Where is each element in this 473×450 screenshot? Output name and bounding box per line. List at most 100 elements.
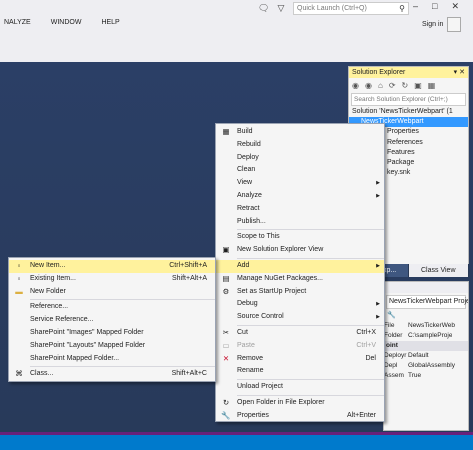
back-icon[interactable]: ◉ (352, 81, 359, 90)
wrench-icon: 🔧 (221, 410, 231, 420)
ctx-item-clean[interactable]: Clean (216, 164, 384, 177)
cut-icon: ✂ (222, 327, 230, 337)
ctx-item-view[interactable]: View ▶ (216, 177, 384, 190)
ctx-item-add[interactable]: Add ▶ (216, 259, 384, 273)
ctx-item-set-as-startup-project[interactable]: ⚙ Set as StartUp Project (216, 286, 384, 299)
menu-item-label: New Solution Explorer View (237, 246, 324, 254)
ctx-item-manage-nuget-packages[interactable]: ▤ Manage NuGet Packages... (216, 273, 384, 286)
menu-window[interactable]: WINDOW (49, 19, 84, 33)
ctx-item-paste[interactable]: ▭ Paste Ctrl+V (216, 340, 384, 353)
add-item-class[interactable]: ⌘ Class... Shift+Alt+C (9, 368, 215, 381)
quick-launch-input[interactable]: Quick Launch (Ctrl+Q) ⚲ (293, 2, 409, 15)
ctx-item-rename[interactable]: Rename (216, 365, 384, 378)
submenu-arrow-icon: ▶ (376, 180, 380, 187)
maximize-icon[interactable]: □ (432, 1, 437, 12)
ctx-item-analyze[interactable]: Analyze ▶ (216, 190, 384, 203)
ctx-item-scope-to-this[interactable]: Scope to This (216, 231, 384, 244)
forward-icon[interactable]: ◉ (365, 81, 372, 90)
menu-help[interactable]: HELP (99, 19, 121, 33)
ctx-item-cut[interactable]: ✂ Cut Ctrl+X (216, 327, 384, 340)
ctx-item-new-solution-explorer-view[interactable]: ▣ New Solution Explorer View (216, 244, 384, 257)
wrench-icon[interactable]: 🔧 (387, 312, 396, 319)
ctx-item-source-control[interactable]: Source Control ▶ (216, 311, 384, 324)
property-row[interactable]: Depl GlobalAssembly (384, 361, 468, 371)
property-row[interactable]: Assem True (384, 371, 468, 381)
menu-item-shortcut: Ctrl+V (356, 341, 376, 349)
property-value: GlobalAssembly (408, 362, 455, 369)
add-item-sharepoint-images-mapped-folder[interactable]: SharePoint "Images" Mapped Folder (9, 327, 215, 340)
menu-item-shortcut: Ctrl+Shift+A (169, 262, 207, 269)
ctx-item-debug[interactable]: Debug ▶ (216, 298, 384, 311)
ctx-item-retract[interactable]: Retract (216, 203, 384, 216)
menu-item-label: Properties (237, 411, 269, 419)
submenu-arrow-icon: ▶ (376, 262, 380, 269)
minimize-icon[interactable]: – (413, 1, 418, 12)
add-item-new-folder[interactable]: ▬ New Folder (9, 286, 215, 299)
collapse-icon[interactable]: ▣ (414, 81, 422, 90)
property-name: File (384, 322, 395, 329)
properties-grid: File NewsTickerWeb Folder C:\sampleProje oin… (384, 321, 468, 381)
menu-item-label: Scope to This (237, 233, 280, 241)
property-name: Deployr (384, 352, 407, 359)
properties-panel: NewsTickerWebpart Project Prop 🔧 File New… (383, 281, 469, 431)
add-item-existing-item[interactable]: ▫ Existing Item... Shift+Alt+A (9, 273, 215, 286)
pin-icon[interactable]: ▾ ✕ (454, 67, 465, 78)
add-item-sharepoint-layouts-mapped-folder[interactable]: SharePoint "Layouts" Mapped Folder (9, 340, 215, 353)
tree-item-solution-newstickerwebpart-1[interactable]: Solution 'NewsTickerWebpart' (1 (349, 107, 468, 117)
menu-item-label: Build (237, 128, 253, 135)
add-item-service-reference[interactable]: Service Reference... (9, 314, 215, 327)
notification-icon[interactable]: 🗨 (258, 3, 269, 14)
ctx-item-open-folder-in-file-explorer[interactable]: ↻ Open Folder in File Explorer (216, 397, 384, 410)
close-icon[interactable]: ✕ (451, 1, 459, 12)
submenu-arrow-icon: ▶ (376, 301, 380, 308)
menu-separator (30, 299, 215, 301)
sign-in-link[interactable]: Sign in (422, 21, 443, 28)
avatar[interactable] (447, 17, 461, 32)
menu-item-label: Reference... (30, 303, 69, 311)
ctx-item-unload-project[interactable]: Unload Project (216, 381, 384, 394)
menu-analyze[interactable]: NALYZE (2, 19, 33, 33)
property-row[interactable]: Folder C:\sampleProje (384, 331, 468, 341)
menu-item-label: New Folder (30, 287, 66, 295)
sync-icon[interactable]: ⟳ (389, 81, 396, 90)
folder-icon: ▬ (15, 286, 23, 296)
add-item-sharepoint-mapped-folder[interactable]: SharePoint Mapped Folder... (9, 353, 215, 366)
ctx-item-deploy[interactable]: Deploy (216, 152, 384, 165)
home-icon[interactable]: ⌂ (378, 81, 383, 90)
title-icons: 🗨 ▽ (258, 3, 284, 14)
menu-item-label: SharePoint Mapped Folder... (30, 354, 120, 362)
properties-object-combo[interactable]: NewsTickerWebpart Project Prop (386, 295, 468, 309)
properties-icon[interactable]: ▦ (428, 81, 436, 90)
submenu-arrow-icon: ▶ (376, 314, 380, 321)
menu-item-label: Cut (237, 328, 248, 336)
menu-item-shortcut: Alt+Enter (347, 411, 376, 419)
gear-icon: ⚙ (222, 286, 230, 296)
menu-item-shortcut: Del (365, 354, 376, 362)
property-category[interactable]: oint (384, 341, 468, 351)
add-item-new-item[interactable]: ▫ New Item... Ctrl+Shift+A (9, 260, 215, 273)
menu-item-label: Class... (30, 370, 54, 378)
property-value: Default (408, 352, 429, 359)
menu-item-label: Service Reference... (30, 316, 94, 324)
ctx-item-properties[interactable]: 🔧 Properties Alt+Enter (216, 410, 384, 423)
ctx-item-rebuild[interactable]: Rebuild (216, 139, 384, 152)
ctx-item-publish[interactable]: Publish... (216, 216, 384, 229)
refresh-icon[interactable]: ↻ (402, 81, 409, 90)
menu-separator (237, 379, 384, 381)
property-name: Folder (384, 332, 403, 339)
submenu-arrow-icon: ▶ (376, 192, 380, 199)
menu-item-label: Rename (237, 367, 264, 375)
filter-icon[interactable]: ▽ (277, 3, 284, 14)
property-name: Depl (384, 362, 398, 369)
ctx-item-build[interactable]: ▦ Build (216, 126, 384, 139)
project-context-menu: ▦ Build Rebuild Deploy Clean View ▶ Analyze ▶ Ret… (215, 123, 385, 422)
ctx-item-remove[interactable]: ✕ Remove Del (216, 353, 384, 366)
tab-class-view[interactable]: Class View (408, 264, 469, 277)
menu-item-shortcut: Shift+Alt+C (171, 370, 207, 378)
property-row[interactable]: File NewsTickerWeb (384, 321, 468, 331)
solution-explorer-search[interactable]: Search Solution Explorer (Ctrl+;) (351, 93, 466, 106)
property-name: Assem (384, 372, 404, 379)
menu-item-label: Add (237, 261, 250, 269)
property-row[interactable]: Deployr Default (384, 351, 468, 361)
add-item-reference[interactable]: Reference... (9, 301, 215, 314)
